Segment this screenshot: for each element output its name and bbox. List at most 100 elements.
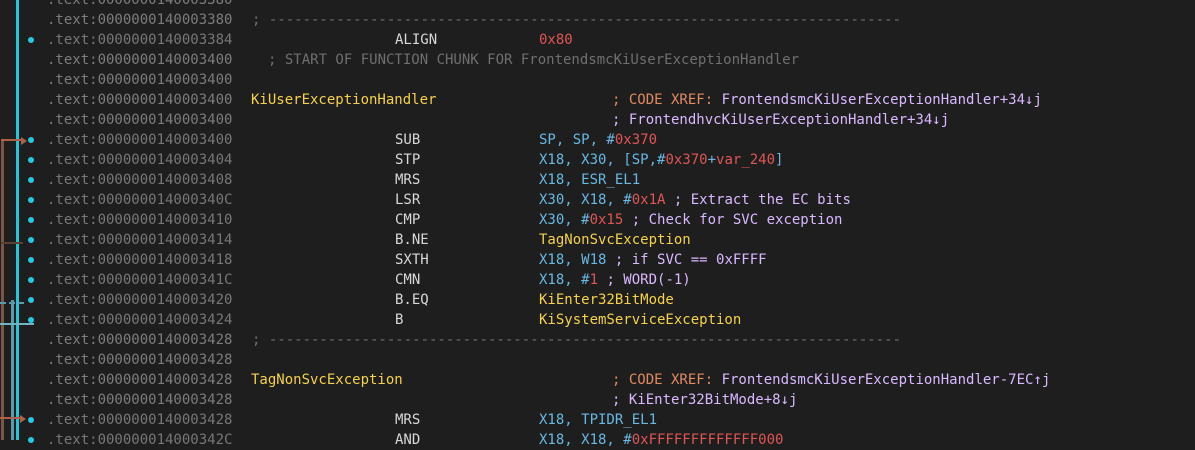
line-address: .text:0000000140003400: [47, 92, 233, 108]
listing-line[interactable]: .text:0000000140003400 KiUserExceptionHan…: [0, 90, 1195, 110]
line-address: .text:000000014000341C: [47, 272, 233, 288]
instruction-operands-part: 0x80: [539, 32, 573, 48]
listing-line[interactable]: .text:0000000140003380: [0, 0, 1195, 10]
instruction-operands: X18, #1 ; WORD(-1): [539, 270, 691, 290]
separator-line: ; --------------------------------------…: [252, 12, 902, 28]
line-address: .text:0000000140003428: [47, 392, 233, 408]
listing-line[interactable]: .text:0000000140003400 SUB SP, SP, #0x370: [0, 130, 1195, 150]
instruction-operands-part: 0xFFFFFFFFFFFFF000: [631, 432, 784, 448]
instruction-mnemonic: CMN: [395, 272, 421, 288]
line-address: .text:0000000140003414: [47, 232, 233, 248]
instruction-operands: X18, X30, [SP,#0x370+var_240]: [539, 150, 783, 170]
line-address: .text:0000000140003380: [47, 12, 233, 28]
listing-line[interactable]: .text:0000000140003428 ; ----------------…: [0, 330, 1195, 350]
line-address: .text:000000014000340C: [47, 192, 233, 208]
line-address: .text:0000000140003428: [47, 372, 233, 388]
instruction-mnemonic: B.EQ: [395, 292, 429, 308]
instruction-mnemonic: AND: [395, 432, 421, 448]
instruction-operands-part: 0x15: [589, 212, 624, 228]
code-xref-comment: ; CODE XREF: FrontendsmcKiUserExceptionH…: [612, 370, 1050, 390]
line-address: .text:0000000140003428: [47, 412, 233, 428]
listing-line[interactable]: .text:0000000140003410 CMP X30, #0x15 ; Ch…: [0, 210, 1195, 230]
line-address: .text:0000000140003424: [47, 312, 233, 328]
code-label[interactable]: TagNonSvcException: [251, 370, 403, 390]
instruction-operands-part: X18, W18: [539, 252, 607, 268]
line-address: .text:0000000140003384: [47, 32, 233, 48]
code-xref-comment-part: FrontendsmcKiUserExceptionHandler-7EC↑j: [721, 372, 1051, 388]
disassembly-listing[interactable]: .text:0000000140003380 .text:000000014000…: [0, 0, 1195, 448]
instruction-operands-part[interactable]: TagNonSvcException: [539, 232, 691, 248]
instruction-operands-part[interactable]: KiSystemServiceException: [539, 312, 741, 328]
instruction-operands: KiEnter32BitMode: [539, 290, 674, 310]
listing-line[interactable]: .text:0000000140003400: [0, 70, 1195, 90]
listing-line[interactable]: .text:0000000140003418 SXTH X18, W18 ; if …: [0, 250, 1195, 270]
instruction-operands-part: 0x370: [665, 152, 708, 168]
instruction-operands-part: X18, X18, #: [539, 432, 632, 448]
instruction-mnemonic: SXTH: [395, 252, 429, 268]
instruction-operands-part: ; Extract the EC bits: [665, 192, 851, 208]
listing-line[interactable]: .text:0000000140003420 B.EQ KiEnter32BitMo…: [0, 290, 1195, 310]
line-address: .text:0000000140003408: [47, 172, 233, 188]
instruction-operands: X30, X18, #0x1A ; Extract the EC bits: [539, 190, 851, 210]
instruction-operands-part: X30, X18, #: [539, 192, 632, 208]
listing-line[interactable]: .text:0000000140003408 MRS X18, ESR_EL1: [0, 170, 1195, 190]
line-address: .text:000000014000342C: [47, 432, 233, 448]
listing-line[interactable]: .text:0000000140003404 STP X18, X30, [SP,#…: [0, 150, 1195, 170]
code-xref-comment-part: ; FrontendhvcKiUserExceptionHandler+34↓j: [612, 112, 950, 128]
instruction-operands-part: ]: [775, 152, 784, 168]
instruction-operands-part: 0x1A: [631, 192, 666, 208]
listing-line[interactable]: .text:0000000140003424 B KiSystemServiceEx…: [0, 310, 1195, 330]
line-address: .text:0000000140003418: [47, 252, 233, 268]
instruction-operands-part[interactable]: KiEnter32BitMode: [539, 292, 674, 308]
code-xref-comment: ; CODE XREF: FrontendsmcKiUserExceptionH…: [612, 90, 1042, 110]
line-address: .text:0000000140003428: [47, 332, 233, 348]
instruction-operands-part: X18, #: [539, 272, 590, 288]
instruction-operands-part: 0x370: [614, 132, 658, 148]
code-xref-comment-part: ; CODE XREF:: [612, 92, 722, 108]
instruction-operands-part: ; Check for SVC exception: [623, 212, 843, 228]
line-address: .text:0000000140003428: [47, 352, 233, 368]
instruction-mnemonic: MRS: [395, 172, 421, 188]
line-address: .text:0000000140003400: [47, 52, 233, 68]
listing-line[interactable]: .text:0000000140003384 ALIGN 0x80: [0, 30, 1195, 50]
instruction-operands-part: X18, X30, [SP,#: [539, 152, 666, 168]
line-address: .text:0000000140003400: [47, 72, 233, 88]
line-address: .text:0000000140003404: [47, 152, 233, 168]
code-label[interactable]: KiUserExceptionHandler: [251, 90, 436, 110]
instruction-operands-part: ; if SVC == 0xFFFF: [606, 252, 767, 268]
code-xref-comment: ; FrontendhvcKiUserExceptionHandler+34↓j: [612, 110, 949, 130]
instruction-operands: X30, #0x15 ; Check for SVC exception: [539, 210, 842, 230]
instruction-operands-part: X18, TPIDR_EL1: [539, 412, 658, 428]
listing-line[interactable]: .text:000000014000340C LSR X30, X18, #0x1A…: [0, 190, 1195, 210]
line-address: .text:0000000140003420: [47, 292, 233, 308]
instruction-mnemonic: STP: [395, 152, 421, 168]
listing-line[interactable]: .text:0000000140003414 B.NE TagNonSvcExcep…: [0, 230, 1195, 250]
listing-line[interactable]: .text:0000000140003380 ; ----------------…: [0, 10, 1195, 30]
instruction-mnemonic: B: [395, 312, 404, 328]
listing-line[interactable]: .text:0000000140003400 ; FrontendhvcKiUse…: [0, 110, 1195, 130]
instruction-mnemonic: MRS: [395, 412, 421, 428]
instruction-operands: X18, W18 ; if SVC == 0xFFFF: [539, 250, 767, 270]
instruction-mnemonic: B.NE: [395, 232, 429, 248]
instruction-operands: X18, TPIDR_EL1: [539, 410, 657, 430]
instruction-operands: SP, SP, #0x370: [539, 130, 657, 150]
instruction-operands-part: var_240: [716, 152, 776, 168]
listing-line[interactable]: .text:0000000140003400 ; START OF FUNCTIO…: [0, 50, 1195, 70]
instruction-mnemonic: LSR: [395, 192, 421, 208]
instruction-operands-part: +: [707, 152, 717, 168]
listing-line[interactable]: .text:0000000140003428 ; KiEnter32BitMode…: [0, 390, 1195, 410]
code-xref-comment-part: ; CODE XREF:: [612, 372, 722, 388]
instruction-operands: TagNonSvcException: [539, 230, 691, 250]
listing-line[interactable]: .text:0000000140003428 TagNonSvcException…: [0, 370, 1195, 390]
instruction-operands: KiSystemServiceException: [539, 310, 741, 330]
instruction-operands-part: ; WORD(-1): [598, 272, 691, 288]
instruction-operands: X18, X18, #0xFFFFFFFFFFFFF000: [539, 430, 783, 450]
listing-line[interactable]: .text:0000000140003428 MRS X18, TPIDR_EL1: [0, 410, 1195, 430]
listing-line[interactable]: .text:0000000140003428: [0, 350, 1195, 370]
instruction-mnemonic: SUB: [395, 132, 421, 148]
instruction-operands-part: X30, #: [539, 212, 590, 228]
listing-line[interactable]: .text:000000014000341C CMN X18, #1 ; WORD(…: [0, 270, 1195, 290]
listing-line[interactable]: .text:000000014000342C AND X18, X18, #0xFF…: [0, 430, 1195, 450]
function-chunk-comment: ; START OF FUNCTION CHUNK FOR Frontendsm…: [268, 52, 800, 68]
instruction-mnemonic: ALIGN: [395, 32, 438, 48]
